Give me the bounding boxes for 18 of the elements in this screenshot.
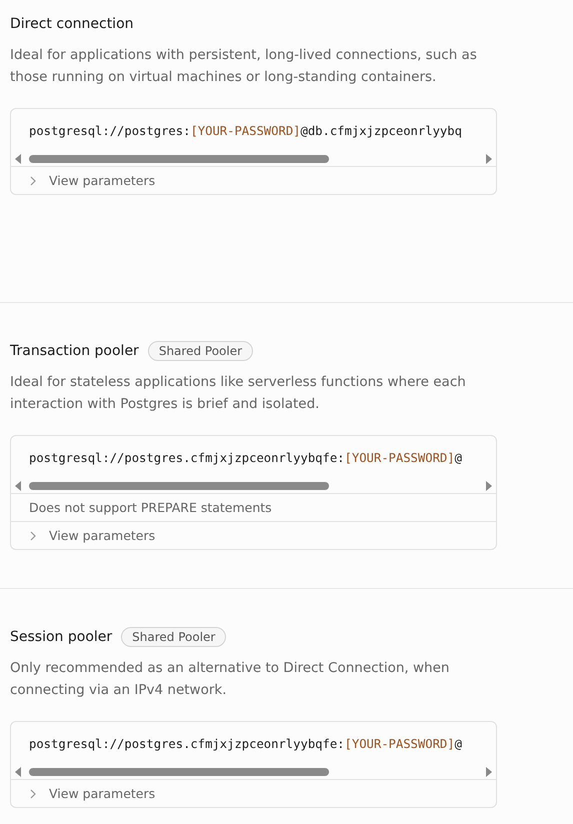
section-description: Ideal for stateless applications like serverless functions where each interaction with Postgres is brief and isolated. — [10, 373, 467, 414]
connection-string: postgresql://postgres:[YOUR-PASSWORD]@db.cfmjxjzpceonrlyybq — [28, 123, 463, 140]
view-parameters-toggle[interactable]: View parameters — [29, 786, 156, 801]
connection-string: postgresql://postgres.cfmjxjzpceonrlyybqfe:[YOUR-PASSWORD]@ — [28, 736, 463, 753]
section-title: Direct connection — [10, 16, 134, 32]
note-text: Does not support PREPARE statements — [29, 500, 272, 515]
section-title: Transaction pooler — [10, 343, 139, 359]
pooler-badge: Shared Pooler — [148, 341, 254, 361]
section-description: Ideal for applications with persistent, long-lived connections, such as those running on virtual machines or long-standing containers. — [10, 46, 478, 87]
pooler-badge: Shared Pooler — [121, 627, 226, 647]
chevron-icon — [29, 176, 37, 186]
connection-string: postgresql://postgres.cfmjxjzpceonrlyybqfe:[YOUR-PASSWORD]@ — [28, 450, 463, 467]
section-title: Session pooler — [10, 629, 112, 645]
view-parameters-toggle[interactable]: View parameters — [29, 173, 156, 188]
chevron-icon — [29, 788, 37, 798]
view-parameters-toggle[interactable]: View parameters — [29, 528, 156, 543]
chevron-icon — [29, 530, 37, 540]
section-description: Only recommended as an alternative to Direct Connection, when connecting via an IPv4 network. — [10, 659, 450, 700]
